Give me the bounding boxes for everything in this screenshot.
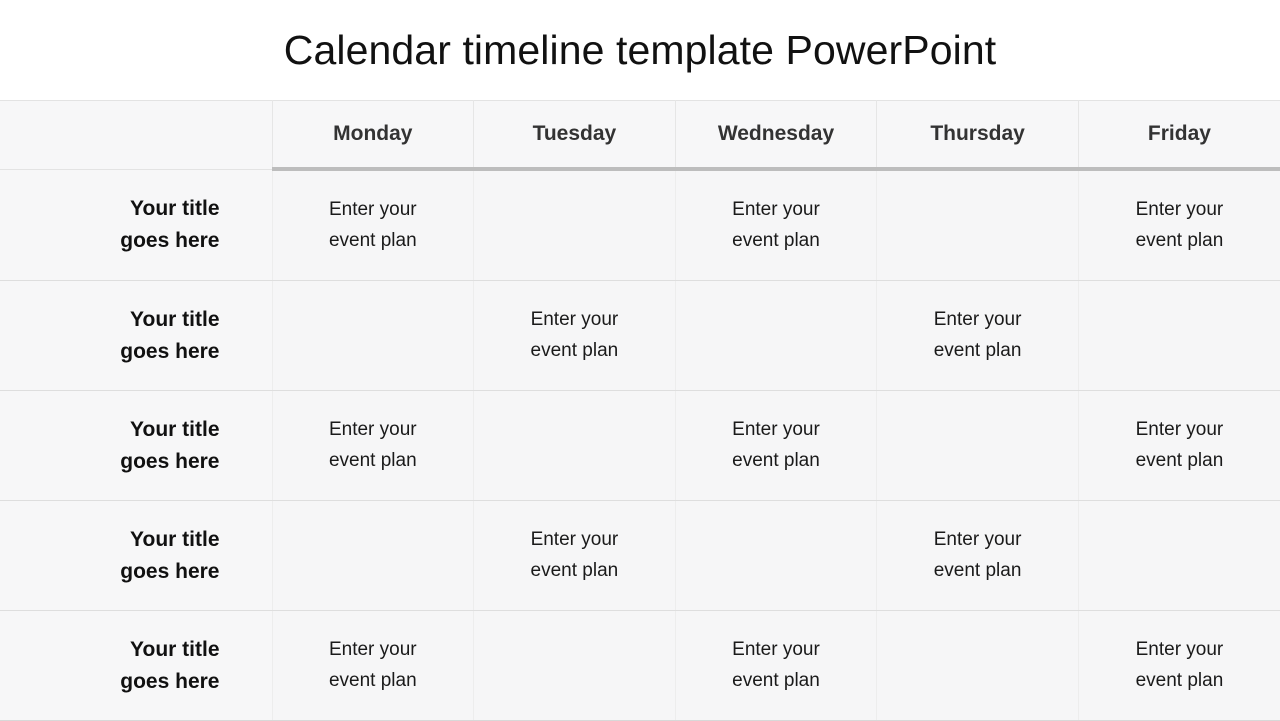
- event-cell-r5c1[interactable]: Enter your event plan: [271, 610, 474, 721]
- event-cell-r5c2[interactable]: [473, 610, 676, 721]
- event-cell-r3c3[interactable]: Enter your event plan: [674, 390, 877, 501]
- event-cell-r2c4[interactable]: Enter your event plan: [876, 280, 1079, 391]
- row-label-3[interactable]: Your title goes here: [0, 390, 272, 501]
- row-label-text: Your title goes here: [120, 197, 220, 252]
- row-label-text: Your title goes here: [120, 528, 220, 583]
- row-label-text: Your title goes here: [120, 308, 220, 363]
- event-cell-r2c2[interactable]: Enter your event plan: [473, 280, 676, 391]
- row-label-text: Your title goes here: [120, 638, 220, 693]
- event-cell-r1c5[interactable]: Enter your event plan: [1077, 169, 1280, 281]
- calendar-header: Monday Tuesday Wednesday Thursday Friday: [0, 100, 1280, 171]
- slide: Calendar timeline template PowerPoint Mo…: [0, 0, 1280, 721]
- column-header-wednesday: Wednesday: [674, 100, 877, 171]
- event-cell-r1c3[interactable]: Enter your event plan: [674, 169, 877, 281]
- event-cell-r4c4[interactable]: Enter your event plan: [876, 500, 1079, 611]
- event-cell-r4c1[interactable]: [271, 500, 474, 611]
- event-cell-text: Enter your event plan: [1135, 419, 1224, 471]
- column-header-friday: Friday: [1077, 100, 1280, 171]
- table-row: Your title goes here Enter your event pla…: [0, 280, 1280, 391]
- row-label-5[interactable]: Your title goes here: [0, 610, 272, 721]
- event-cell-text: Enter your event plan: [530, 309, 619, 361]
- table-row: Your title goes here Enter your event pla…: [0, 500, 1280, 611]
- event-cell-r2c3[interactable]: [674, 280, 877, 391]
- event-cell-text: Enter your event plan: [328, 419, 417, 471]
- row-label-4[interactable]: Your title goes here: [0, 500, 272, 611]
- event-cell-r3c5[interactable]: Enter your event plan: [1077, 390, 1280, 501]
- header-corner-cell: [0, 100, 272, 170]
- event-cell-text: Enter your event plan: [530, 529, 619, 581]
- column-header-tuesday: Tuesday: [473, 100, 676, 171]
- column-header-thursday: Thursday: [876, 100, 1079, 171]
- event-cell-r4c2[interactable]: Enter your event plan: [473, 500, 676, 611]
- event-cell-text: Enter your event plan: [328, 639, 417, 691]
- table-row: Your title goes here Enter your event pla…: [0, 390, 1280, 501]
- event-cell-r2c5[interactable]: [1077, 280, 1280, 391]
- event-cell-text: Enter your event plan: [933, 529, 1022, 581]
- event-cell-r5c3[interactable]: Enter your event plan: [674, 610, 877, 721]
- row-label-1[interactable]: Your title goes here: [0, 169, 272, 281]
- event-cell-r3c4[interactable]: [876, 390, 1079, 501]
- event-cell-text: Enter your event plan: [328, 199, 417, 251]
- table-row: Your title goes here Enter your event pla…: [0, 169, 1280, 281]
- row-label-2[interactable]: Your title goes here: [0, 280, 272, 391]
- event-cell-r4c3[interactable]: [674, 500, 877, 611]
- row-label-text: Your title goes here: [120, 418, 220, 473]
- event-cell-text: Enter your event plan: [1135, 199, 1224, 251]
- event-cell-r5c4[interactable]: [876, 610, 1079, 721]
- calendar-body: Your title goes here Enter your event pla…: [0, 169, 1280, 721]
- event-cell-r4c5[interactable]: [1077, 500, 1280, 611]
- calendar-table: Monday Tuesday Wednesday Thursday Friday…: [0, 100, 1280, 721]
- event-cell-r3c1[interactable]: Enter your event plan: [271, 390, 474, 501]
- event-cell-r1c1[interactable]: Enter your event plan: [271, 169, 474, 281]
- event-cell-text: Enter your event plan: [732, 419, 820, 471]
- event-cell-r3c2[interactable]: [473, 390, 676, 501]
- table-row: Your title goes here Enter your event pla…: [0, 610, 1280, 721]
- event-cell-r2c1[interactable]: [271, 280, 474, 391]
- event-cell-text: Enter your event plan: [933, 309, 1022, 361]
- page-title: Calendar timeline template PowerPoint: [283, 27, 997, 73]
- event-cell-r1c2[interactable]: [473, 169, 676, 281]
- event-cell-r1c4[interactable]: [876, 169, 1079, 281]
- event-cell-text: Enter your event plan: [732, 639, 820, 691]
- column-header-monday: Monday: [271, 100, 474, 171]
- event-cell-text: Enter your event plan: [1135, 639, 1224, 691]
- event-cell-r5c5[interactable]: Enter your event plan: [1077, 610, 1280, 721]
- header-row: Monday Tuesday Wednesday Thursday Friday: [0, 100, 1280, 171]
- event-cell-text: Enter your event plan: [732, 199, 820, 251]
